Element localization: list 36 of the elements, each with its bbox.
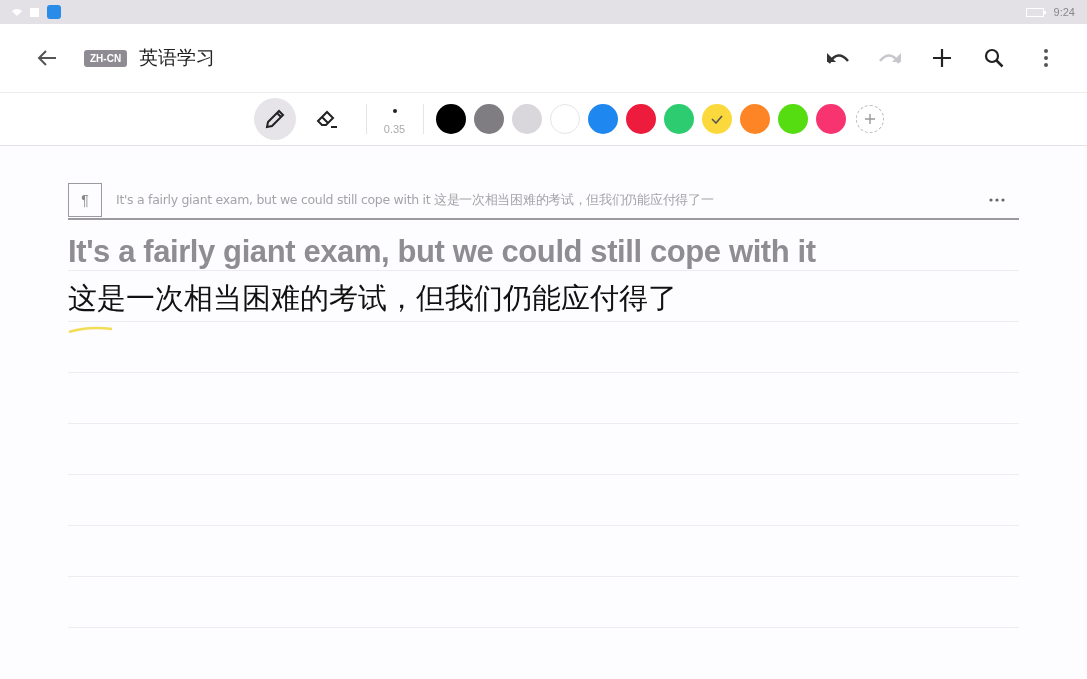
app-icon <box>47 5 61 19</box>
english-sentence: It's a fairly giant exam, but we could still cope with it <box>68 234 816 270</box>
redo-icon <box>878 51 902 65</box>
color-swatch[interactable] <box>511 104 542 134</box>
color-swatch[interactable] <box>663 104 694 134</box>
note-title: 英语学习 <box>139 45 216 70</box>
stroke-width-value[interactable]: 0.35 <box>383 123 406 135</box>
check-icon <box>710 114 723 124</box>
color-swatch[interactable] <box>701 104 732 134</box>
more-icon[interactable] <box>989 198 1005 202</box>
pencil-icon <box>263 108 286 130</box>
color-swatch[interactable] <box>777 104 808 134</box>
pen-tool-button[interactable] <box>253 98 296 140</box>
plus-icon <box>932 48 952 68</box>
eraser-icon <box>314 108 339 130</box>
plus-icon <box>864 114 875 124</box>
color-swatch[interactable] <box>739 104 770 134</box>
search-icon <box>984 48 1004 68</box>
color-swatch[interactable] <box>549 104 580 134</box>
stroke-width-dot <box>392 109 397 113</box>
paragraph-mark[interactable]: ¶ <box>68 183 102 217</box>
highlight-stroke <box>68 325 114 335</box>
color-swatch[interactable] <box>587 104 618 134</box>
color-swatch[interactable] <box>815 104 846 134</box>
status-time: 9:24 <box>1053 6 1075 18</box>
wifi-icon <box>12 8 22 16</box>
color-swatch[interactable] <box>625 104 656 134</box>
menu-icon <box>1044 49 1048 67</box>
language-tag: ZH-CN <box>84 49 128 67</box>
back-arrow-icon <box>37 49 57 67</box>
undo-icon <box>826 51 850 65</box>
color-swatch[interactable] <box>473 104 504 134</box>
chinese-sentence: 这是一次相当困难的考试，但我们仍能应付得了 <box>68 280 677 317</box>
battery-icon <box>1025 7 1046 17</box>
color-swatch[interactable] <box>435 104 466 134</box>
notification-icon <box>30 7 39 17</box>
